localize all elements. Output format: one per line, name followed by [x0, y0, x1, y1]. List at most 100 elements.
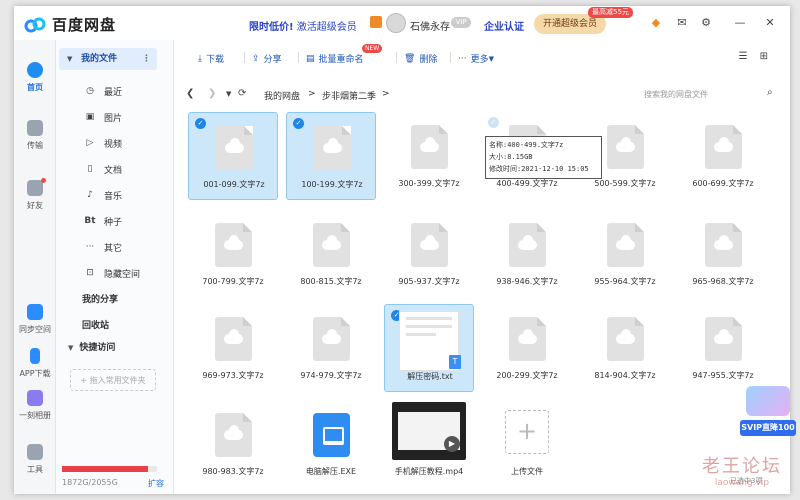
file-tile[interactable]: ▶ 手机解压教程.mp4 — [384, 400, 474, 488]
file-tile[interactable]: 938-946.文字7z — [482, 210, 572, 298]
nav-recycle-bin[interactable]: 回收站 — [82, 318, 109, 331]
batch-rename-button[interactable]: ▤ 批量重命名 — [306, 52, 364, 66]
file-name: 947-955.文字7z — [692, 371, 754, 380]
svip-promo-widget[interactable]: SVIP直降100 — [740, 386, 796, 442]
nav-item-label: 文档 — [104, 165, 123, 176]
file-tile[interactable]: 800-815.文字7z — [286, 210, 376, 298]
rail-item-app-download[interactable]: APP下载 — [14, 348, 56, 379]
sort-icon[interactable]: ☰ — [739, 51, 760, 62]
file-tile[interactable]: 947-955.文字7z — [678, 304, 768, 392]
nav-my-share[interactable]: 我的分享 — [82, 292, 118, 305]
file-tile[interactable]: 969-973.文字7z — [188, 304, 278, 392]
file-name: 手机解压教程.mp4 — [394, 467, 464, 476]
more-dots-icon[interactable]: ⋮ — [142, 48, 151, 70]
gift-icon[interactable] — [370, 16, 382, 28]
nav-my-files[interactable]: ▼ 我的文件 ⋮ — [59, 48, 157, 70]
selected-check-icon[interactable]: ✓ — [293, 118, 304, 129]
rail-item-label: 首页 — [27, 83, 43, 92]
app-logo[interactable]: 百度网盘 — [24, 14, 116, 35]
minimize-icon[interactable]: — — [734, 17, 746, 29]
file-tile[interactable]: ✓ 100-199.文字7z — [286, 112, 376, 200]
rail-item-transfer[interactable]: 传输 — [14, 120, 56, 151]
breadcrumb-root[interactable]: 我的网盘 — [264, 89, 300, 102]
nav-item-images[interactable]: ▣ 图片 — [82, 109, 122, 125]
rail-item-friends[interactable]: 好友 — [14, 178, 56, 211]
rail-item-sync[interactable]: 同步空间 — [14, 304, 56, 335]
upload-tile[interactable]: + 上传文件 — [482, 400, 572, 488]
refresh-icon[interactable]: ⟳ — [238, 88, 246, 99]
nav-item-torrents[interactable]: Bt 种子 — [82, 213, 122, 229]
file-tile[interactable]: 980-983.文字7z — [188, 400, 278, 488]
file-tile[interactable]: 600-699.文字7z — [678, 112, 768, 200]
download-button[interactable]: ⤓ 下载 — [198, 52, 224, 66]
more-icon: ··· — [85, 242, 95, 252]
quick-access-header[interactable]: ▼ 快捷访问 — [68, 340, 115, 353]
file-name: 解压密码.txt — [407, 372, 453, 381]
view-toggle[interactable]: ☰⊞ — [739, 51, 780, 62]
rail-item-home[interactable]: 首页 — [14, 62, 56, 93]
file-tile[interactable]: 905-937.文字7z — [384, 210, 474, 298]
grid-view-icon[interactable]: ⊞ — [760, 51, 780, 62]
enterprise-certify-link[interactable]: 企业认证 — [484, 18, 524, 33]
tooltip-size: 大小:8.15GB — [489, 153, 533, 161]
avatar[interactable] — [386, 13, 406, 33]
breadcrumb-current[interactable]: 步非烟第二季 — [322, 89, 376, 102]
promo-text[interactable]: 限时低价! 激活超级会员 — [249, 18, 357, 33]
username[interactable]: 石佛永存 — [410, 18, 450, 33]
cloud-file-icon — [411, 125, 448, 169]
nav-item-other[interactable]: ··· 其它 — [82, 239, 122, 255]
vip-level-badge: VIP — [451, 17, 471, 28]
back-arrow-icon[interactable]: ❮ — [186, 88, 194, 99]
forward-arrow-icon[interactable]: ❯ — [208, 88, 216, 99]
quick-access-drop-zone[interactable]: + 拖入常用文件夹 — [70, 369, 156, 391]
file-tile[interactable]: 200-299.文字7z — [482, 304, 572, 392]
game-icon[interactable]: ◆ — [650, 17, 662, 29]
expand-storage-link[interactable]: 扩容 — [148, 478, 164, 489]
file-tile[interactable]: 814-904.文字7z — [580, 304, 670, 392]
file-name: 814-904.文字7z — [594, 371, 656, 380]
delete-button[interactable]: 🗑 删除 — [404, 52, 438, 66]
nav-item-recent[interactable]: ◷ 最近 — [82, 83, 122, 99]
file-tile[interactable]: 电脑解压.EXE — [286, 400, 376, 488]
history-dropdown-icon[interactable]: ▼ — [226, 90, 231, 98]
file-name: 955-964.文字7z — [594, 277, 656, 286]
cloud-file-icon — [215, 223, 252, 267]
file-tile[interactable]: ✓ 001-099.文字7z — [188, 112, 278, 200]
nav-item-label: 图片 — [104, 113, 123, 124]
delete-label: 删除 — [419, 55, 438, 65]
rail-item-album[interactable]: 一刻相册 — [14, 390, 56, 421]
search-input[interactable]: 搜索我的网盘文件 — [644, 89, 708, 100]
more-actions-button[interactable]: ··· 更多 ▼ — [458, 52, 494, 66]
phone-icon — [30, 348, 40, 364]
select-check-icon[interactable]: ✓ — [488, 117, 499, 128]
activate-vip-link[interactable]: 激活超级会员 — [297, 22, 357, 33]
cloud-file-icon — [313, 223, 350, 267]
file-name: 969-973.文字7z — [202, 371, 264, 380]
close-icon[interactable]: ✕ — [764, 17, 776, 29]
mail-icon[interactable]: ✉ — [676, 17, 688, 29]
svip-promo-label: SVIP直降100 — [740, 420, 796, 436]
share-button[interactable]: ⇪ 分享 — [252, 52, 282, 66]
file-tile[interactable]: 300-399.文字7z — [384, 112, 474, 200]
tooltip-name: 名称:400-499.文字7z — [489, 141, 564, 149]
rail-item-tools[interactable]: 工具 — [14, 444, 56, 475]
file-name: 300-399.文字7z — [398, 179, 460, 188]
file-tile[interactable]: ✓ T 解压密码.txt — [384, 304, 474, 392]
file-tile[interactable]: 700-799.文字7z — [188, 210, 278, 298]
nav-item-music[interactable]: ♪ 音乐 — [82, 187, 122, 203]
nav-item-documents[interactable]: ▯ 文档 — [82, 161, 123, 177]
selected-check-icon[interactable]: ✓ — [195, 118, 206, 129]
cloud-file-icon — [215, 317, 252, 361]
settings-icon[interactable]: ⚙ — [700, 17, 712, 29]
cloud-file-icon — [509, 223, 546, 267]
file-name: 100-199.文字7z — [301, 180, 363, 189]
toolbar: ⤓ 下载 ⇪ 分享 ▤ 批量重命名 NEW 🗑 删除 ··· 更多 ▼ ☰⊞ — [174, 40, 790, 76]
file-tooltip: 名称:400-499.文字7z 大小:8.15GB 修改时间:2021-12-1… — [485, 136, 602, 179]
file-tile[interactable]: 974-979.文字7z — [286, 304, 376, 392]
file-tile[interactable]: 955-964.文字7z — [580, 210, 670, 298]
nav-item-videos[interactable]: ▷ 视频 — [82, 135, 122, 151]
nav-item-hidden-space[interactable]: ⊡ 隐藏空间 — [82, 265, 140, 281]
file-tile[interactable]: 965-968.文字7z — [678, 210, 768, 298]
search-icon[interactable]: ⌕ — [767, 87, 773, 98]
file-name: 001-099.文字7z — [203, 180, 265, 189]
